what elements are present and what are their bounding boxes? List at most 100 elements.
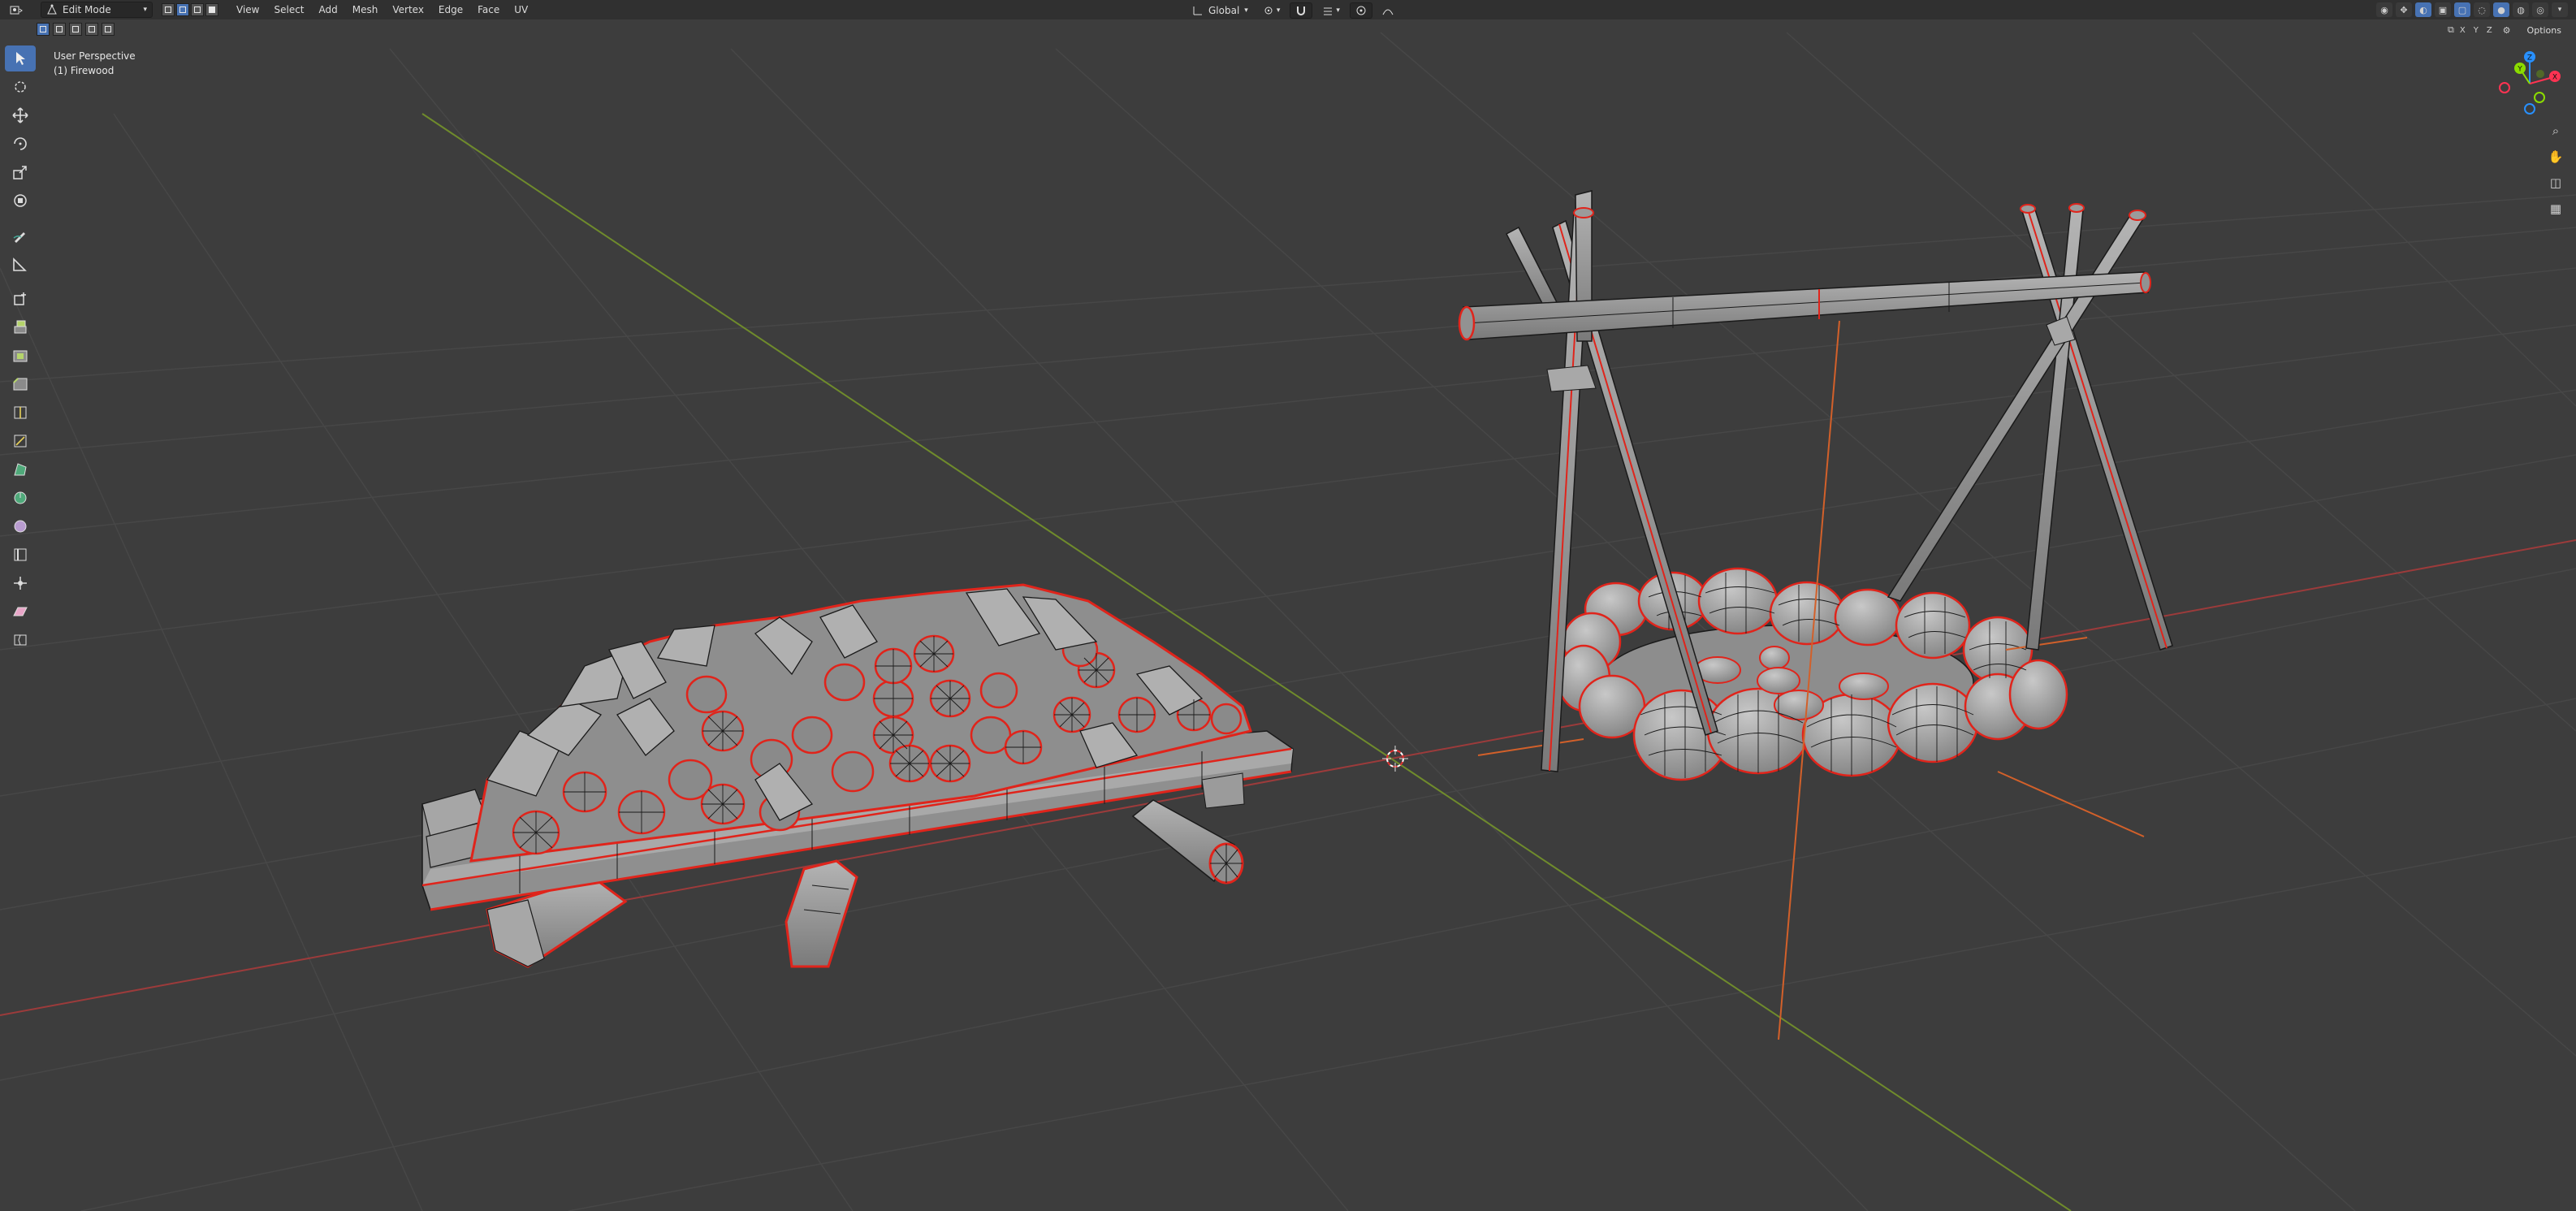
options-dropdown[interactable]: Options (2519, 25, 2561, 36)
menu-mesh[interactable]: Mesh (345, 2, 386, 17)
chevron-down-icon: ▾ (1276, 6, 1281, 15)
tool-inset[interactable] (5, 343, 36, 369)
camera-icon: ◫ (2549, 175, 2562, 190)
select-intersect-button[interactable] (102, 23, 115, 36)
xray-toggle[interactable]: ▢ (2454, 2, 2470, 17)
tool-edge-slide[interactable] (5, 542, 36, 568)
gizmo-neg-y[interactable] (2534, 92, 2545, 103)
perspective-toggle-button[interactable]: ▦ (2545, 198, 2566, 219)
material-sphere-icon: ◍ (2517, 4, 2525, 15)
mirror-icon: ⧉ (2447, 24, 2454, 35)
tool-annotate[interactable] (5, 223, 36, 249)
pan-button[interactable]: ✋ (2545, 146, 2566, 167)
edit-mode-icon (47, 4, 57, 15)
menu-face[interactable]: Face (470, 2, 507, 17)
overlays-toggle[interactable]: ◐ (2415, 2, 2431, 17)
tool-loop-cut[interactable] (5, 400, 36, 426)
active-object-label: (1) Firewood (54, 65, 115, 76)
tool-cursor[interactable] (5, 74, 36, 100)
menu-uv[interactable]: UV (507, 2, 535, 17)
select-new-button[interactable] (37, 23, 50, 36)
3d-cursor-tool-icon (15, 81, 26, 93)
mirror-x-toggle[interactable]: X (2457, 26, 2468, 35)
tool-measure[interactable] (5, 251, 36, 277)
mirror-z-toggle[interactable]: Z (2484, 26, 2495, 35)
knife-icon (14, 435, 27, 448)
tool-move[interactable] (5, 102, 36, 128)
tool-spin[interactable] (5, 485, 36, 511)
chevron-down-icon: ▾ (2557, 6, 2562, 14)
falloff-dropdown[interactable] (1377, 3, 1398, 18)
mode-dropdown[interactable]: Edit Mode ▾ (41, 2, 153, 18)
spin-icon (14, 491, 27, 504)
tool-shear[interactable] (5, 599, 36, 625)
cursor-arrow-icon (16, 52, 25, 65)
select-extend-button[interactable] (53, 23, 66, 36)
3d-viewport[interactable] (0, 0, 2576, 1211)
proportional-edit-icon (1356, 6, 1366, 15)
tool-knife[interactable] (5, 428, 36, 454)
pencil-icon (13, 232, 25, 243)
select-subtract-button[interactable] (69, 23, 82, 36)
gizmo-x-label: X (2552, 74, 2557, 82)
mesh-overlay-icon: ▣ (2438, 4, 2448, 15)
tool-bevel[interactable] (5, 371, 36, 397)
menu-view[interactable]: View (229, 2, 266, 17)
tool-shelf (5, 45, 39, 655)
mirror-y-toggle[interactable]: Y (2471, 26, 2481, 35)
tool-transform[interactable] (5, 188, 36, 214)
vertex-select-button[interactable] (176, 3, 189, 16)
tool-select-box[interactable] (5, 45, 36, 71)
snap-toggle[interactable] (1290, 2, 1313, 19)
viewport-nav-buttons: ⌕ ✋ ◫ ▦ (2545, 120, 2566, 219)
face-select-button[interactable] (205, 3, 218, 16)
camera-view-button[interactable]: ◫ (2545, 172, 2566, 193)
shading-options-button[interactable]: ▾ (2552, 2, 2568, 17)
add-cube-icon (14, 292, 26, 305)
chevron-down-icon: ▾ (1336, 6, 1340, 15)
select-invert-button[interactable] (85, 23, 98, 36)
pivot-point-dropdown[interactable]: ▾ (1258, 3, 1286, 18)
gizmo-y-label: Y (2517, 66, 2522, 74)
menu-select[interactable]: Select (266, 2, 311, 17)
select-mode-group (161, 3, 219, 16)
wireframe-sphere-icon: ◌ (2478, 4, 2486, 15)
tool-extrude[interactable] (5, 314, 36, 340)
extrude-icon (14, 320, 27, 334)
menu-vertex[interactable]: Vertex (385, 2, 431, 17)
shading-rendered-button[interactable]: ◎ (2532, 2, 2548, 17)
gizmo-toggle[interactable]: ✥ (2396, 2, 2412, 17)
zoom-button[interactable]: ⌕ (2545, 120, 2566, 141)
tool-scale[interactable] (5, 159, 36, 185)
mesh-edit-overlays-button[interactable]: ▣ (2435, 2, 2451, 17)
tool-poly-build[interactable] (5, 456, 36, 482)
snap-target-dropdown[interactable]: ▾ (1317, 3, 1345, 18)
menu-add[interactable]: Add (312, 2, 345, 17)
proportional-edit-toggle[interactable] (1349, 2, 1372, 19)
tool-rotate[interactable] (5, 131, 36, 157)
shading-wireframe-button[interactable]: ◌ (2474, 2, 2490, 17)
gizmo-neg-z[interactable] (2524, 103, 2535, 115)
view-object-types-button[interactable]: ◉ (2376, 2, 2392, 17)
chevron-down-icon: ▾ (1244, 6, 1248, 15)
tool-add-cube[interactable] (5, 286, 36, 312)
editor-type-button[interactable] (5, 2, 37, 17)
solid-sphere-icon: ● (2497, 4, 2505, 15)
rip-icon (14, 634, 27, 646)
navigation-gizmo[interactable]: Z X Y (2493, 47, 2566, 120)
tool-rip[interactable] (5, 627, 36, 653)
edge-select-button[interactable] (191, 3, 204, 16)
magnet-icon (1297, 6, 1306, 15)
gizmo-neg-x[interactable] (2499, 82, 2510, 93)
hand-icon: ✋ (2548, 149, 2564, 164)
shading-material-button[interactable]: ◍ (2513, 2, 2529, 17)
transform-orientation-dropdown[interactable]: Global ▾ (1187, 3, 1253, 18)
shading-solid-button[interactable]: ● (2493, 2, 2509, 17)
gizmo-neg-y-back[interactable] (2536, 70, 2544, 78)
tool-shrink-fatten[interactable] (5, 570, 36, 596)
select-box-mode-button[interactable] (162, 3, 175, 16)
rotate-icon (14, 137, 27, 150)
eye-icon: ◉ (2380, 4, 2388, 15)
tool-smooth[interactable] (5, 513, 36, 539)
menu-edge[interactable]: Edge (431, 2, 470, 17)
